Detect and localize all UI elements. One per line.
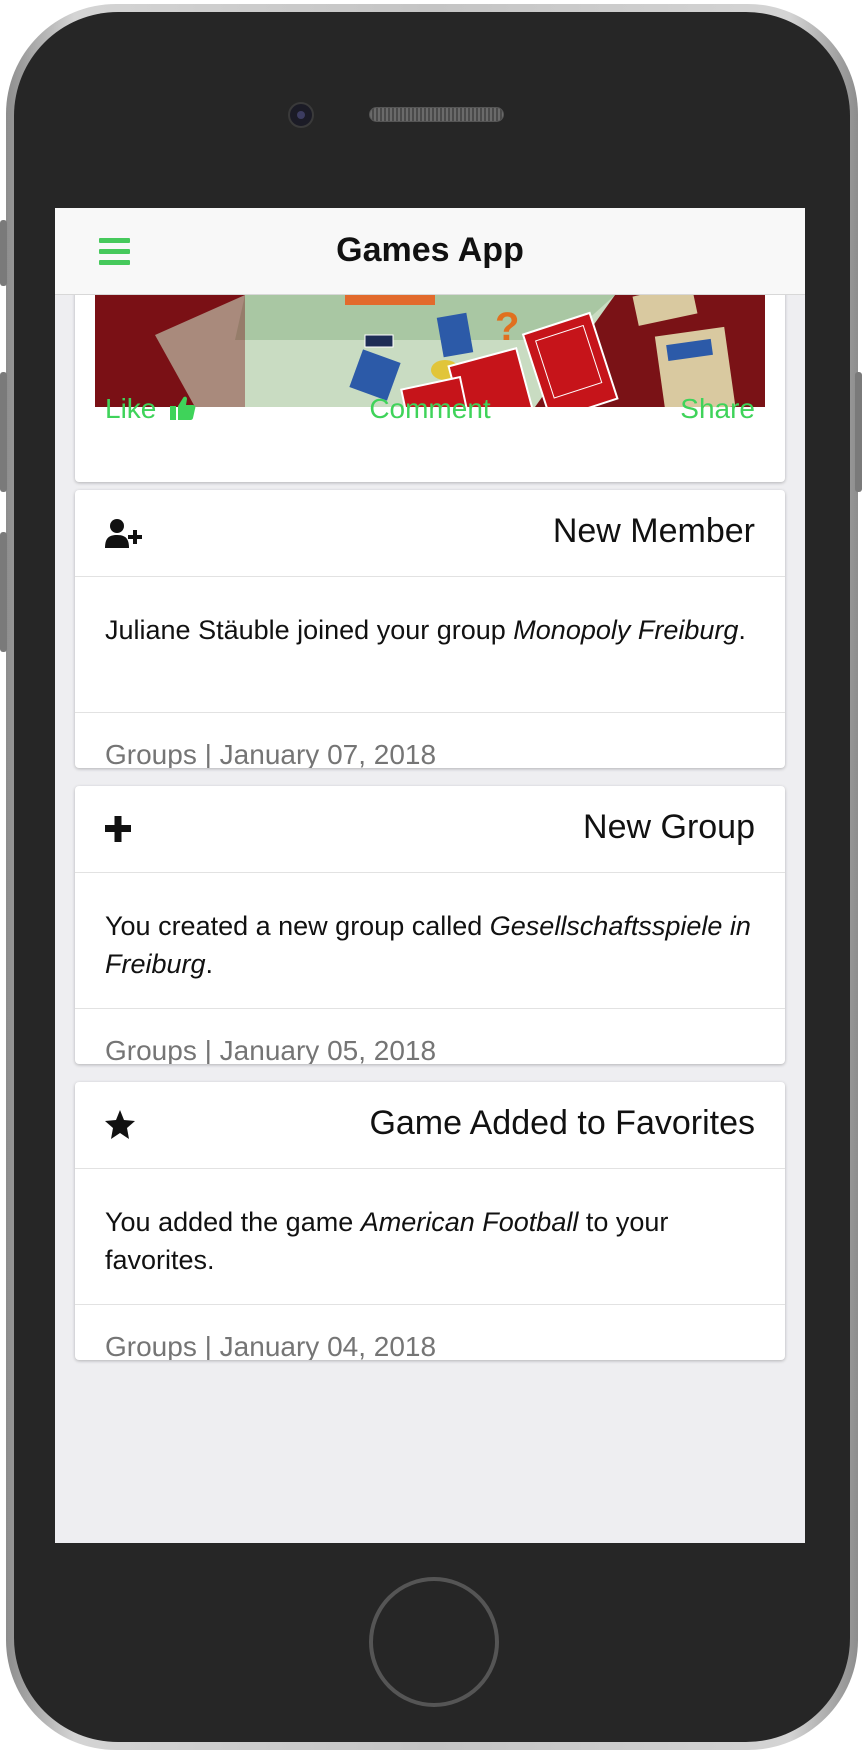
notification-category: Groups: [105, 739, 197, 768]
power-button: [855, 372, 862, 492]
notification-card: New Group You created a new group called…: [75, 786, 785, 1064]
post-actions: Like Comment Share: [75, 385, 785, 435]
notification-header: New Member: [75, 490, 785, 577]
notification-date: January 04, 2018: [219, 1331, 437, 1360]
mute-switch: [0, 220, 7, 286]
front-camera: [288, 102, 314, 128]
notification-body: You added the game American Football to …: [75, 1169, 785, 1305]
notification-title: New Group: [583, 808, 755, 846]
notification-meta: Groups | January 05, 2018: [105, 1035, 437, 1064]
home-button[interactable]: [369, 1577, 499, 1707]
notification-category: Groups: [105, 1331, 197, 1360]
notification-card: New Member Juliane Stäuble joined your g…: [75, 490, 785, 768]
earpiece-speaker: [369, 107, 504, 122]
share-button[interactable]: Share: [680, 393, 755, 425]
star-icon: [105, 1110, 143, 1142]
notification-body: You created a new group called Gesellsch…: [75, 873, 785, 1009]
notification-meta: Groups | January 07, 2018: [105, 739, 437, 768]
app-header: Games App: [55, 208, 805, 295]
plus-icon: [105, 814, 143, 846]
comment-button[interactable]: Comment: [75, 393, 785, 425]
notification-title: Game Added to Favorites: [369, 1104, 755, 1142]
user-plus-icon: [105, 518, 143, 550]
notification-meta: Groups | January 04, 2018: [105, 1331, 437, 1360]
notification-title: New Member: [552, 512, 755, 550]
notification-header: Game Added to Favorites: [75, 1082, 785, 1169]
notification-card: Game Added to Favorites You added the ga…: [75, 1082, 785, 1360]
notification-category: Groups: [105, 1035, 197, 1064]
volume-up-button: [0, 372, 7, 492]
screen: Games App ? Like Comment Share New Membe…: [55, 208, 805, 1543]
notification-date: January 07, 2018: [219, 739, 437, 768]
notification-header: New Group: [75, 786, 785, 873]
volume-down-button: [0, 532, 7, 652]
svg-text:?: ?: [495, 305, 519, 349]
notification-body: Juliane Stäuble joined your group Monopo…: [75, 577, 785, 713]
app-title: Games App: [336, 231, 524, 269]
notification-date: January 05, 2018: [219, 1035, 437, 1064]
